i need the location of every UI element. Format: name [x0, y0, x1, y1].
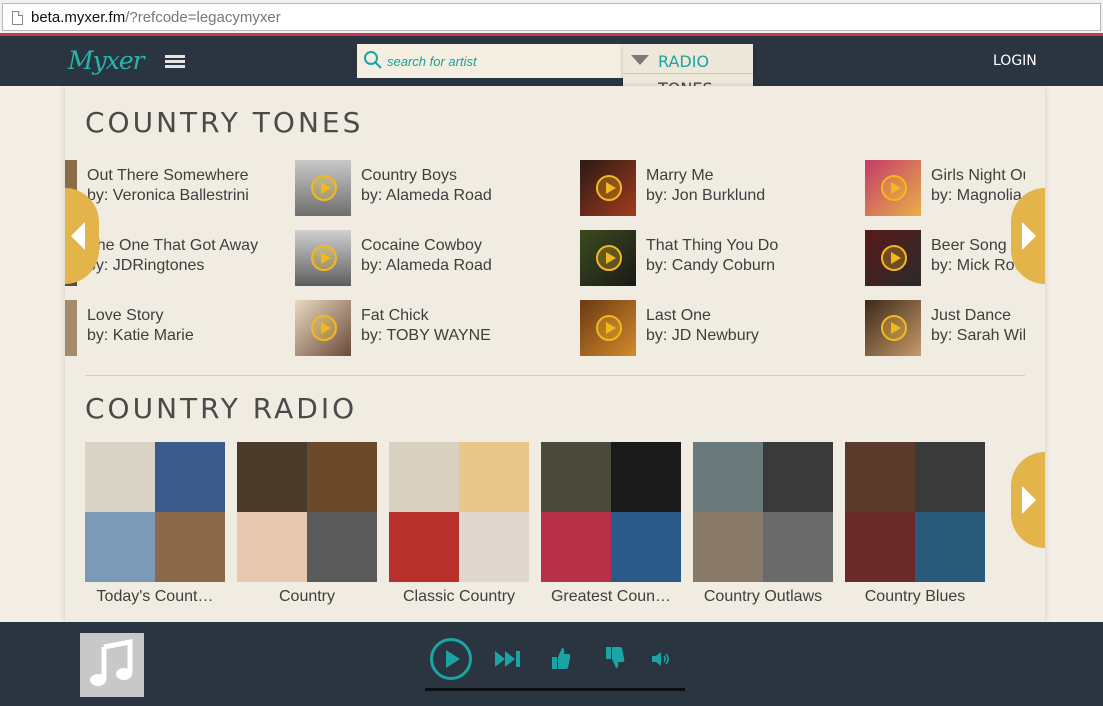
play-icon[interactable]: [311, 315, 337, 341]
play-icon[interactable]: [596, 315, 622, 341]
tone-thumbnail: [865, 160, 921, 216]
tone-title: Just Dance: [931, 307, 1012, 324]
tone-thumbnail: [865, 300, 921, 356]
station-artwork: [237, 442, 377, 582]
country-radio-heading: COUNTRY RADIO: [85, 392, 358, 425]
tone-artist: by: Jon Burklund: [646, 187, 766, 204]
address-field[interactable]: beta.myxer.fm/?refcode=legacymyxer: [2, 3, 1101, 31]
tone-title: Girls Night Out: [931, 167, 1025, 184]
tone-item[interactable]: That Thing You Do by: Candy Coburn: [580, 230, 850, 286]
play-icon[interactable]: [881, 175, 907, 201]
station-artwork: [693, 442, 833, 582]
tone-title: Cocaine Cowboy: [361, 237, 482, 254]
tone-artist: by: Magnolia: [931, 187, 1022, 204]
skip-icon[interactable]: [494, 649, 522, 669]
tone-title: Love Story: [87, 307, 164, 324]
station-artwork: [541, 442, 681, 582]
tone-item[interactable]: Love Story by: Katie Marie: [65, 300, 291, 356]
tone-item[interactable]: Country Boys by: Alameda Road: [295, 160, 565, 216]
tone-artist: by: TOBY WAYNE: [361, 327, 491, 344]
tone-artist: by: Alameda Road: [361, 187, 492, 204]
tone-artist: by: Sarah Wilson: [931, 327, 1025, 344]
music-note-icon: [90, 638, 133, 686]
tone-item[interactable]: Out There Somewhere by: Veronica Ballest…: [65, 160, 291, 216]
content-panel: COUNTRY TONES Out There Somewhere by: Ve…: [65, 86, 1045, 622]
progress-bar[interactable]: [425, 688, 685, 691]
tone-title: The One That Got Away: [87, 237, 259, 254]
top-navigation: Myxer RADIO TONES LOGIN: [0, 36, 1103, 102]
station-label: Country Outlaws: [703, 588, 823, 605]
url-text[interactable]: beta.myxer.fm/?refcode=legacymyxer: [31, 9, 281, 26]
dropdown-option-radio[interactable]: RADIO: [658, 52, 709, 71]
tone-title: Fat Chick: [361, 307, 429, 324]
tone-item[interactable]: Just Dance by: Sarah Wilson: [865, 300, 1025, 356]
url-host: beta.myxer.fm: [31, 9, 126, 26]
play-icon[interactable]: [596, 175, 622, 201]
tone-title: Beer Song: [931, 237, 1007, 254]
station-label: Greatest Coun…: [550, 588, 672, 605]
play-icon[interactable]: [596, 245, 622, 271]
play-icon[interactable]: [429, 637, 473, 681]
tone-thumbnail: [295, 230, 351, 286]
section-divider: [85, 375, 1025, 376]
tone-thumbnail: [865, 230, 921, 286]
tone-item[interactable]: Last One by: JD Newbury: [580, 300, 850, 356]
tone-title: Country Boys: [361, 167, 458, 184]
thumbs-down-icon[interactable]: [604, 645, 626, 671]
tone-item[interactable]: Fat Chick by: TOBY WAYNE: [295, 300, 565, 356]
player-bar: [0, 622, 1103, 706]
login-link[interactable]: LOGIN: [993, 53, 1037, 69]
tone-title: Last One: [646, 307, 711, 324]
tone-artist: by: Katie Marie: [87, 327, 194, 344]
station-label: Classic Country: [402, 588, 516, 605]
search-input[interactable]: [387, 50, 617, 72]
search-icon[interactable]: [363, 50, 383, 70]
station-artwork: [389, 442, 529, 582]
thumbs-up-icon[interactable]: [550, 645, 572, 671]
tone-thumbnail: [295, 300, 351, 356]
tone-artist: by: Mick Rowe: [931, 257, 1025, 274]
menu-icon[interactable]: [165, 55, 185, 69]
tone-artist: by: Candy Coburn: [646, 257, 775, 274]
url-path: /?refcode=legacymyxer: [125, 9, 281, 26]
search-box: [357, 44, 625, 78]
country-tones-heading: COUNTRY TONES: [85, 106, 364, 139]
play-icon[interactable]: [881, 245, 907, 271]
tone-thumbnail: [580, 230, 636, 286]
station-label: Today's Count…: [96, 588, 214, 605]
play-icon[interactable]: [311, 175, 337, 201]
tone-item[interactable]: Beer Song by: Mick Rowe: [865, 230, 1025, 286]
tone-item[interactable]: Cocaine Cowboy by: Alameda Road: [295, 230, 565, 286]
station-artwork: [85, 442, 225, 582]
station-artwork: [845, 442, 985, 582]
myxer-logo[interactable]: Myxer: [68, 46, 145, 75]
caret-down-icon[interactable]: [631, 55, 649, 65]
dropdown-divider: [623, 73, 753, 74]
album-art: [80, 633, 144, 697]
tone-item[interactable]: Girls Night Out by: Magnolia: [865, 160, 1025, 216]
page-icon: [12, 11, 23, 25]
station-label: Country: [278, 588, 336, 605]
tone-thumbnail: [580, 300, 636, 356]
station-label: Country Blues: [864, 588, 966, 605]
tone-artist: by: Veronica Ballestrini: [87, 187, 249, 204]
tone-title: Marry Me: [646, 167, 714, 184]
tone-thumbnail: [65, 300, 77, 356]
tone-thumbnail: [580, 160, 636, 216]
play-icon[interactable]: [881, 315, 907, 341]
play-icon[interactable]: [311, 245, 337, 271]
tone-artist: by: JDRingtones: [87, 257, 205, 274]
tone-artist: by: JD Newbury: [646, 327, 759, 344]
browser-url-bar: beta.myxer.fm/?refcode=legacymyxer: [0, 0, 1103, 36]
tone-thumbnail: [295, 160, 351, 216]
tone-artist: by: Alameda Road: [361, 257, 492, 274]
volume-icon[interactable]: [651, 651, 671, 667]
tone-item[interactable]: Marry Me by: Jon Burklund: [580, 160, 850, 216]
tone-title: Out There Somewhere: [87, 167, 249, 184]
tone-title: That Thing You Do: [646, 237, 779, 254]
